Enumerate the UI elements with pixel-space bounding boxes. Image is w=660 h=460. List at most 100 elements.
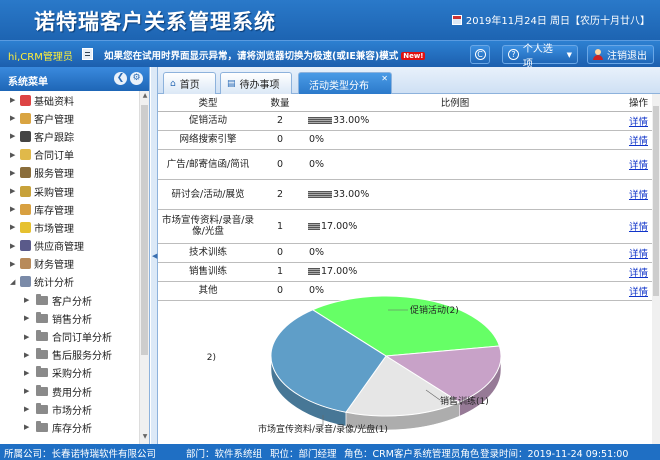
app-header: 诺特瑞客户关系管理系统 2019年11月24日 周日【农历十月廿八】	[0, 0, 660, 40]
detail-link[interactable]: 详情	[629, 190, 648, 201]
content-scroll-thumb[interactable]	[653, 106, 659, 296]
content-scrollbar[interactable]	[652, 94, 660, 444]
expand-icon[interactable]: ▶	[24, 423, 32, 431]
expand-icon[interactable]: ▶	[10, 223, 18, 231]
collapse-left-icon[interactable]: ❮	[114, 72, 127, 85]
sidebar-item[interactable]: ▶ 市场管理	[0, 218, 140, 236]
sidebar-item[interactable]: ▶ 采购管理	[0, 182, 140, 200]
expand-icon[interactable]: ▶	[24, 351, 32, 359]
sidebar-subitem-label: 客户分析	[52, 296, 92, 308]
ratio-text: 33.00%	[333, 115, 370, 126]
table-header-row: 类型 数量 比例图 操作	[158, 94, 652, 112]
ratio-bar	[308, 117, 332, 124]
ratio-text: 0%	[309, 158, 325, 170]
cell-operation: 详情	[608, 130, 652, 150]
detail-link[interactable]: 详情	[629, 136, 648, 147]
expand-icon[interactable]: ▶	[10, 260, 18, 268]
expand-icon[interactable]: ▶	[24, 405, 32, 413]
sidebar-subitem[interactable]: ▶ 库存分析	[0, 418, 140, 436]
detail-link[interactable]: 详情	[629, 117, 648, 128]
collapse-arrow-icon[interactable]: ◀	[152, 252, 157, 260]
logout-button[interactable]: 注销退出	[587, 45, 654, 64]
cell-operation: 详情	[608, 179, 652, 210]
notepad-icon[interactable]	[82, 48, 93, 60]
expand-icon[interactable]: ▶	[24, 314, 32, 322]
sidebar-subitem[interactable]: ▶ 客户分析	[0, 291, 140, 309]
sidebar-subitem-label: 合同订单分析	[52, 333, 112, 345]
detail-link[interactable]: 详情	[629, 222, 648, 233]
expand-icon[interactable]: ▶	[10, 114, 18, 122]
tab-label: 首页	[179, 80, 200, 91]
sidebar-subitem[interactable]: ▶ 合同订单分析	[0, 327, 140, 345]
expand-icon[interactable]: ▶	[10, 96, 18, 104]
detail-link[interactable]: 详情	[629, 160, 648, 171]
sidebar-item[interactable]: ▶ 财务管理	[0, 255, 140, 273]
folder-icon	[36, 330, 48, 342]
cell-operation: 详情	[608, 262, 652, 282]
sidebar-subitem[interactable]: ▶ 市场分析	[0, 400, 140, 418]
module-icon	[20, 112, 31, 124]
table-row: 技术训练 0 0% 详情	[158, 243, 652, 263]
expand-icon[interactable]: ▶	[10, 151, 18, 159]
panel-splitter[interactable]: ◀	[151, 67, 158, 444]
tab-todo[interactable]: ▤ 待办事项	[220, 72, 292, 94]
sidebar-item[interactable]: ▶ 库存管理	[0, 200, 140, 218]
cell-ratio: 33.00%	[302, 179, 608, 210]
sidebar-subitem[interactable]: ▶ 费用分析	[0, 382, 140, 400]
sidebar-item[interactable]: ◢ 统计分析	[0, 273, 140, 291]
pie-label: 促销活动(2)	[410, 304, 459, 316]
pie-label: 市场宣传资料/录音/录像/光盘(1)	[258, 423, 388, 435]
tab-home[interactable]: ⌂ 首页	[163, 72, 216, 94]
detail-link[interactable]: 详情	[629, 268, 648, 279]
sidebar-subitem-label: 采购分析	[52, 369, 92, 381]
activity-table: 类型 数量 比例图 操作 促销活动 2 33.00% 详情 网络搜索引擎 0 0% 详情 广告/…	[158, 94, 652, 301]
module-icon	[20, 203, 31, 215]
table-row: 市场宣传资料/录音/录像/光盘 1 17.00% 详情	[158, 209, 652, 244]
scroll-up-icon[interactable]: ▲	[141, 92, 149, 102]
header-type: 类型	[158, 94, 258, 112]
sidebar-scrollbar[interactable]: ▲ ▼	[139, 91, 149, 444]
sidebar-item[interactable]: ▶ 客户管理	[0, 109, 140, 127]
sidebar: 系统菜单 ❮ ⚙ ▶ 基础资料 ▶ 客户管理 ▶ 客户跟踪 ▶ 合同订单 ▶ 服务管理 ▶ 采购管理 ▶…	[0, 67, 150, 444]
close-icon[interactable]: ✕	[381, 74, 388, 83]
sidebar-item[interactable]: ▶ 基础资料	[0, 91, 140, 109]
expand-icon[interactable]: ▶	[24, 369, 32, 377]
sidebar-subitem-label: 库存分析	[52, 423, 92, 435]
expand-icon[interactable]: ▶	[10, 169, 18, 177]
detail-link[interactable]: 详情	[629, 249, 648, 260]
gear-icon[interactable]: ⚙	[130, 72, 143, 85]
expand-icon[interactable]: ▶	[10, 132, 18, 140]
scroll-down-icon[interactable]: ▼	[141, 433, 149, 443]
tab-activity-distribution[interactable]: 活动类型分布 ✕	[298, 72, 392, 95]
module-icon	[20, 221, 31, 233]
cell-ratio: 0%	[302, 130, 608, 150]
expand-icon[interactable]: ▶	[10, 205, 18, 213]
folder-icon	[36, 420, 48, 432]
expand-icon[interactable]: ▶	[10, 242, 18, 250]
header-count: 数量	[258, 94, 302, 112]
help-icon: ?	[508, 49, 519, 60]
footer-company: 所属公司：长春诺特瑞软件有限公司	[4, 449, 157, 460]
module-icon	[20, 130, 31, 142]
header-operation: 操作	[608, 94, 652, 112]
new-badge: New!	[401, 52, 426, 60]
sidebar-item[interactable]: ▶ 合同订单	[0, 146, 140, 164]
sidebar-subitem[interactable]: ▶ 采购分析	[0, 364, 140, 382]
expand-icon[interactable]: ▶	[10, 187, 18, 195]
folder-icon	[36, 311, 48, 323]
expand-icon[interactable]: ▶	[24, 333, 32, 341]
cell-operation: 详情	[608, 111, 652, 131]
personal-options-button[interactable]: ? 个人选项 ▼	[502, 44, 578, 70]
sidebar-subitem[interactable]: ▶ 销售分析	[0, 309, 140, 327]
expand-icon[interactable]: ▶	[24, 296, 32, 304]
sidebar-subitem[interactable]: ▶ 售后服务分析	[0, 346, 140, 364]
module-icon	[20, 185, 31, 197]
sidebar-item[interactable]: ▶ 客户跟踪	[0, 127, 140, 145]
sidebar-scroll-thumb[interactable]	[141, 105, 148, 355]
personal-options-label: 个人选项	[522, 43, 553, 70]
expand-icon[interactable]: ▶	[24, 387, 32, 395]
refresh-button[interactable]: C	[470, 45, 490, 64]
sidebar-item[interactable]: ▶ 服务管理	[0, 164, 140, 182]
expand-icon[interactable]: ◢	[10, 278, 18, 286]
sidebar-item[interactable]: ▶ 供应商管理	[0, 237, 140, 255]
